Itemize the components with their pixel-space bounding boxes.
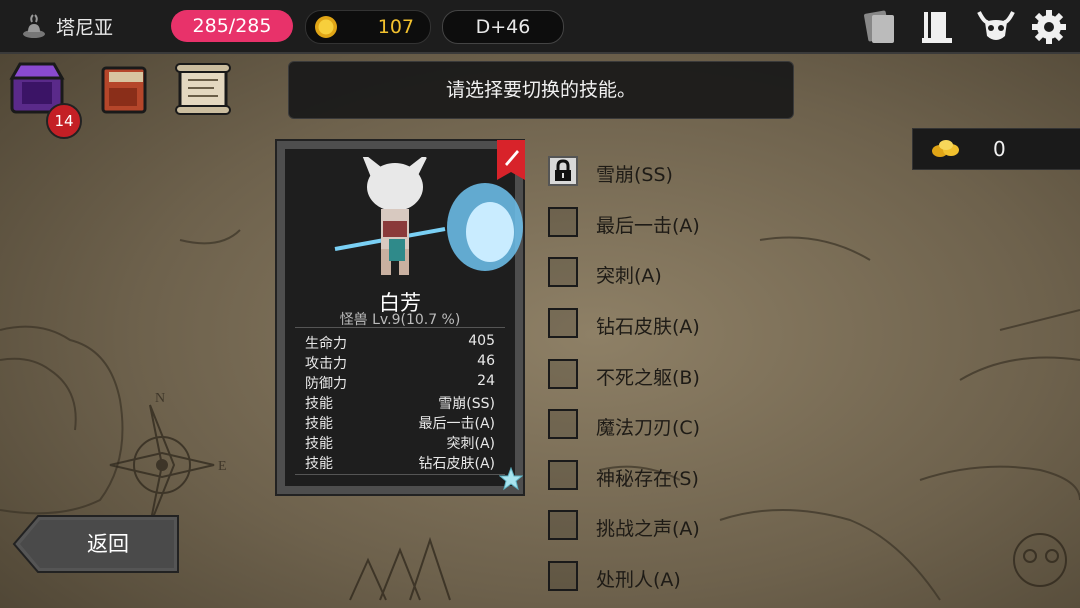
stat-row: 攻击力 46 xyxy=(305,353,495,373)
gold-nugget-counter: 0 xyxy=(912,128,1080,170)
skill-checkbox[interactable] xyxy=(548,561,578,591)
chest-count-badge: 14 xyxy=(46,103,82,139)
stat-value: 雪崩(SS) xyxy=(438,396,495,412)
character-level: 怪兽 Lv.9(10.7 %) xyxy=(339,312,461,328)
stat-key: 攻击力 xyxy=(305,356,347,372)
skill-label: 魔法刀刃(C) xyxy=(596,417,701,439)
skill-checkbox[interactable] xyxy=(548,460,578,490)
stat-value: 405 xyxy=(468,333,495,349)
stat-value: 24 xyxy=(477,373,495,389)
stat-row: 技能 雪崩(SS) xyxy=(305,393,495,413)
skill-option[interactable]: 最后一击(A) xyxy=(548,207,748,243)
gold-coin-icon xyxy=(315,16,337,38)
location-name: 塔尼亚 xyxy=(56,17,114,39)
character-card-inner: 白芳 怪兽 Lv.9(10.7 %) 生命力 405 攻击力 46 防御力 24… xyxy=(285,140,525,491)
stat-value: 最后一击(A) xyxy=(418,416,495,432)
skill-label: 不死之躯(B) xyxy=(596,367,700,389)
stat-row: 防御力 24 xyxy=(305,373,495,393)
svg-text:N: N xyxy=(155,391,165,406)
gold-value: 107 xyxy=(377,16,414,38)
stat-key: 技能 xyxy=(305,456,333,472)
skill-label: 最后一击(A) xyxy=(596,215,700,237)
stat-row: 生命力 405 xyxy=(305,333,495,353)
skill-checkbox[interactable] xyxy=(548,257,578,287)
stat-row: 技能 钻石皮肤(A) xyxy=(305,453,495,473)
crystal-star-icon xyxy=(499,467,523,491)
skill-checkbox[interactable] xyxy=(548,359,578,389)
back-button-label[interactable]: 返回 xyxy=(68,515,148,573)
skill-checkbox[interactable] xyxy=(548,207,578,237)
skill-checkbox[interactable] xyxy=(548,409,578,439)
character-sprite xyxy=(334,157,523,275)
day-counter: D+46 xyxy=(442,10,564,44)
skill-checkbox[interactable] xyxy=(548,510,578,540)
skill-label: 处刑人(A) xyxy=(596,569,681,591)
demon-skull-icon[interactable] xyxy=(977,8,1015,46)
skill-label: 雪崩(SS) xyxy=(596,164,673,186)
skill-checkbox[interactable] xyxy=(548,308,578,338)
skill-label: 突刺(A) xyxy=(596,265,662,287)
red-book-icon[interactable] xyxy=(95,58,157,120)
stat-row: 技能 突刺(A) xyxy=(305,433,495,453)
top-status-bar: 塔尼亚 285/285 107 D+46 xyxy=(0,0,1080,54)
stat-row: 技能 最后一击(A) xyxy=(305,413,495,433)
stat-key: 生命力 xyxy=(305,336,347,352)
skill-option[interactable]: 神秘存在(S) xyxy=(548,460,748,496)
character-card: 白芳 怪兽 Lv.9(10.7 %) 生命力 405 攻击力 46 防御力 24… xyxy=(275,139,525,496)
skill-label: 挑战之声(A) xyxy=(596,518,700,540)
stat-value: 突刺(A) xyxy=(446,436,495,452)
skill-label: 钻石皮肤(A) xyxy=(596,316,700,338)
cards-icon[interactable] xyxy=(860,8,898,46)
scroll-book-icon[interactable] xyxy=(918,8,956,46)
hp-counter: 285/285 xyxy=(171,10,293,42)
gold-counter: 107 xyxy=(305,10,431,44)
skill-option[interactable]: 突刺(A) xyxy=(548,257,748,293)
skill-option[interactable]: 不死之躯(B) xyxy=(548,359,748,395)
svg-text:E: E xyxy=(218,459,227,474)
skill-option[interactable]: 钻石皮肤(A) xyxy=(548,308,748,344)
skill-option[interactable]: 处刑人(A) xyxy=(548,561,748,597)
skill-switch-prompt: 请选择要切换的技能。 xyxy=(288,61,794,119)
skill-option[interactable]: 挑战之声(A) xyxy=(548,510,748,546)
town-icon xyxy=(23,14,45,38)
skill-option[interactable]: 魔法刀刃(C) xyxy=(548,409,748,445)
skill-checkbox-locked[interactable] xyxy=(548,156,578,186)
stat-key: 技能 xyxy=(305,416,333,432)
skill-label: 神秘存在(S) xyxy=(596,468,699,490)
edit-pencil-icon[interactable] xyxy=(497,140,525,180)
stat-value: 46 xyxy=(477,353,495,369)
gold-nugget-value: 0 xyxy=(993,137,1006,161)
stat-key: 技能 xyxy=(305,396,333,412)
gear-icon[interactable] xyxy=(1030,8,1068,46)
lock-icon xyxy=(555,159,571,181)
stat-value: 钻石皮肤(A) xyxy=(418,456,495,472)
skill-option[interactable]: 雪崩(SS) xyxy=(548,156,748,192)
gold-nugget-icon xyxy=(932,140,959,157)
stat-key: 防御力 xyxy=(305,376,347,392)
stat-key: 技能 xyxy=(305,436,333,452)
scroll-icon[interactable] xyxy=(172,58,234,120)
